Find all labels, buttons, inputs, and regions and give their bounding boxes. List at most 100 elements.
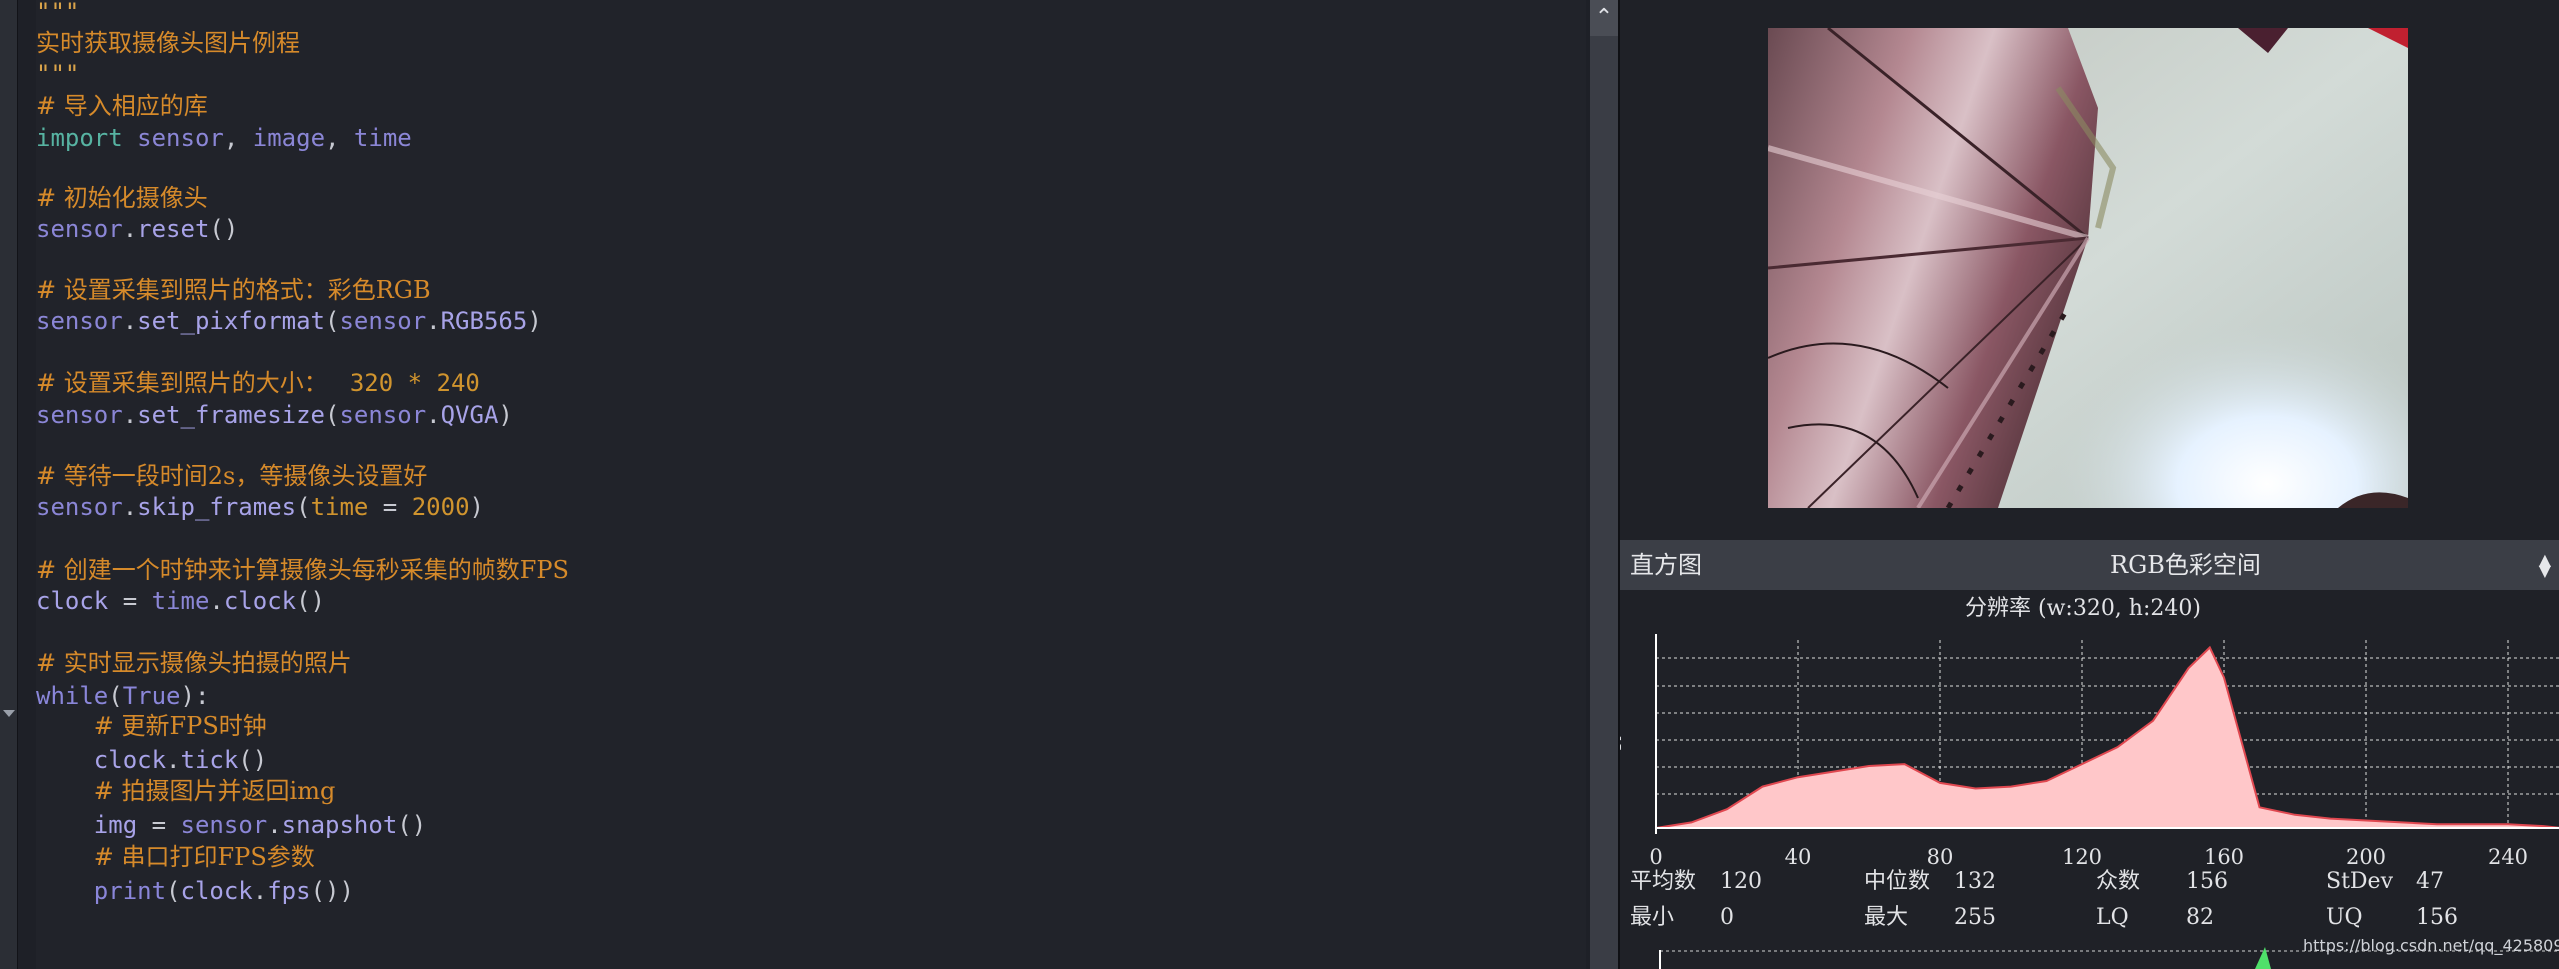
code-token: . — [426, 401, 441, 429]
code-line[interactable]: clock.tick() — [36, 745, 267, 775]
code-token: 320 * 240 — [335, 369, 480, 397]
code-token: import — [36, 124, 123, 152]
code-token: ( — [166, 877, 181, 905]
r-channel-area — [1655, 645, 2559, 829]
code-token: . — [122, 307, 138, 335]
code-token: () — [238, 746, 268, 774]
code-token: print — [93, 877, 167, 905]
updown-chevron-icon[interactable]: ▲ ▼ — [2539, 552, 2551, 579]
code-token: set_framesize — [137, 401, 325, 429]
code-token: img — [93, 811, 138, 839]
code-token: # 串口打印FPS参数 — [93, 843, 315, 871]
stat-value: 132 — [1954, 869, 1996, 894]
stat-name: 众数 — [2096, 869, 2141, 894]
code-token: = — [108, 587, 152, 615]
code-line[interactable]: """ — [36, 59, 79, 89]
code-token: ( — [108, 682, 123, 710]
code-editor[interactable]: """ 实时获取摄像头图片例程 """ # 导入相应的库 import sensor, … — [36, 0, 1586, 969]
x-tick-label: 240 — [2488, 845, 2528, 869]
fold-arrow-icon[interactable] — [3, 710, 15, 717]
stat-name: 最小 — [1630, 905, 1675, 930]
code-token: skip_frames — [137, 493, 297, 521]
code-line[interactable]: sensor.set_pixformat(sensor.RGB565) — [36, 306, 542, 336]
x-tick-label: 120 — [2062, 845, 2102, 869]
code-line[interactable]: import sensor, image, time — [36, 123, 412, 153]
code-token: . — [166, 746, 181, 774]
frame-buffer-panel: 直方图 RGB色彩空间 ▲ ▼ 分辨率 (w:320, h:240) 0 40 80 1… — [1620, 0, 2559, 969]
histogram-header: 直方图 RGB色彩空间 ▲ ▼ — [1620, 540, 2559, 590]
stat-value: 156 — [2186, 869, 2228, 894]
code-token: clock — [36, 587, 109, 615]
stat-name: 平均数 — [1630, 869, 1697, 894]
code-token: QVGA — [440, 401, 499, 429]
code-token: # 创建一个时钟来计算摄像头每秒采集的帧数FPS — [36, 556, 569, 584]
stat-value: 255 — [1954, 905, 1996, 930]
code-token: . — [252, 877, 268, 905]
y-axis-label: R — [1620, 737, 1626, 751]
code-line[interactable]: clock = time.clock() — [36, 586, 325, 616]
code-line[interactable]: 实时获取摄像头图片例程 — [36, 28, 300, 58]
code-token: reset — [137, 215, 210, 243]
x-tick-label: 160 — [2204, 845, 2244, 869]
code-token: . — [267, 811, 282, 839]
code-token: set_pixformat — [137, 307, 325, 335]
stat-value: 47 — [2416, 869, 2444, 894]
code-token: ): — [180, 682, 210, 710]
code-line[interactable]: # 初始化摄像头 — [36, 183, 208, 213]
code-line[interactable]: # 实时显示摄像头拍摄的照片 — [36, 648, 352, 678]
code-token: time — [310, 493, 369, 521]
code-token: () — [209, 215, 239, 243]
code-token: # 初始化摄像头 — [36, 184, 208, 212]
code-token: sensor — [137, 124, 224, 152]
code-token: ()) — [310, 877, 354, 905]
code-token: . — [426, 307, 441, 335]
code-line[interactable]: # 设置采集到照片的格式：彩色RGB — [36, 275, 431, 305]
scroll-up-arrow-icon[interactable]: ⌃ — [1590, 0, 1618, 36]
code-token: image — [252, 124, 326, 152]
code-token: # 设置采集到照片的格式：彩色RGB — [36, 276, 431, 304]
code-line[interactable]: # 创建一个时钟来计算摄像头每秒采集的帧数FPS — [36, 555, 569, 585]
code-line[interactable]: while(True): — [36, 681, 209, 711]
code-line[interactable]: """ — [36, 0, 79, 27]
code-token: # 设置采集到照片的大小： — [36, 369, 336, 397]
code-line[interactable]: # 更新FPS时钟 — [36, 711, 267, 741]
code-token: ( — [325, 307, 340, 335]
code-token: fps — [267, 877, 311, 905]
code-token: """ — [36, 60, 80, 88]
stat-name: 最大 — [1864, 905, 1909, 930]
stat-name: UQ — [2326, 905, 2363, 930]
code-token: sensor — [36, 401, 123, 429]
code-line[interactable]: # 等待一段时间2s，等摄像头设置好 — [36, 461, 427, 491]
code-line[interactable]: print(clock.fps()) — [36, 876, 354, 906]
code-token: () — [397, 811, 427, 839]
code-line[interactable]: img = sensor.snapshot() — [36, 810, 426, 840]
code-token: sensor — [339, 401, 427, 429]
code-token: . — [209, 587, 224, 615]
code-line[interactable]: # 串口打印FPS参数 — [36, 842, 315, 872]
code-line[interactable]: # 设置采集到照片的大小： 320 * 240 — [36, 368, 480, 398]
code-line[interactable]: sensor.reset() — [36, 214, 238, 244]
code-line[interactable]: sensor.set_framesize(sensor.QVGA) — [36, 400, 513, 430]
code-token: sensor — [36, 493, 123, 521]
code-token: # 更新FPS时钟 — [93, 712, 267, 740]
stat-value: 156 — [2416, 905, 2458, 930]
code-token: clock — [180, 877, 253, 905]
colorspace-select[interactable]: RGB色彩空间 — [2110, 540, 2261, 590]
code-line[interactable]: sensor.skip_frames(time = 2000) — [36, 492, 484, 522]
code-token: sensor — [36, 307, 123, 335]
code-token: ( — [325, 401, 340, 429]
code-line[interactable]: # 导入相应的库 — [36, 91, 208, 121]
editor-scrollbar[interactable] — [1590, 0, 1618, 969]
code-token: . — [122, 493, 138, 521]
code-token: sensor — [339, 307, 427, 335]
code-token: """ — [36, 0, 80, 26]
stat-value: 82 — [2186, 905, 2214, 930]
code-line[interactable]: # 拍摄图片并返回img — [36, 776, 336, 806]
